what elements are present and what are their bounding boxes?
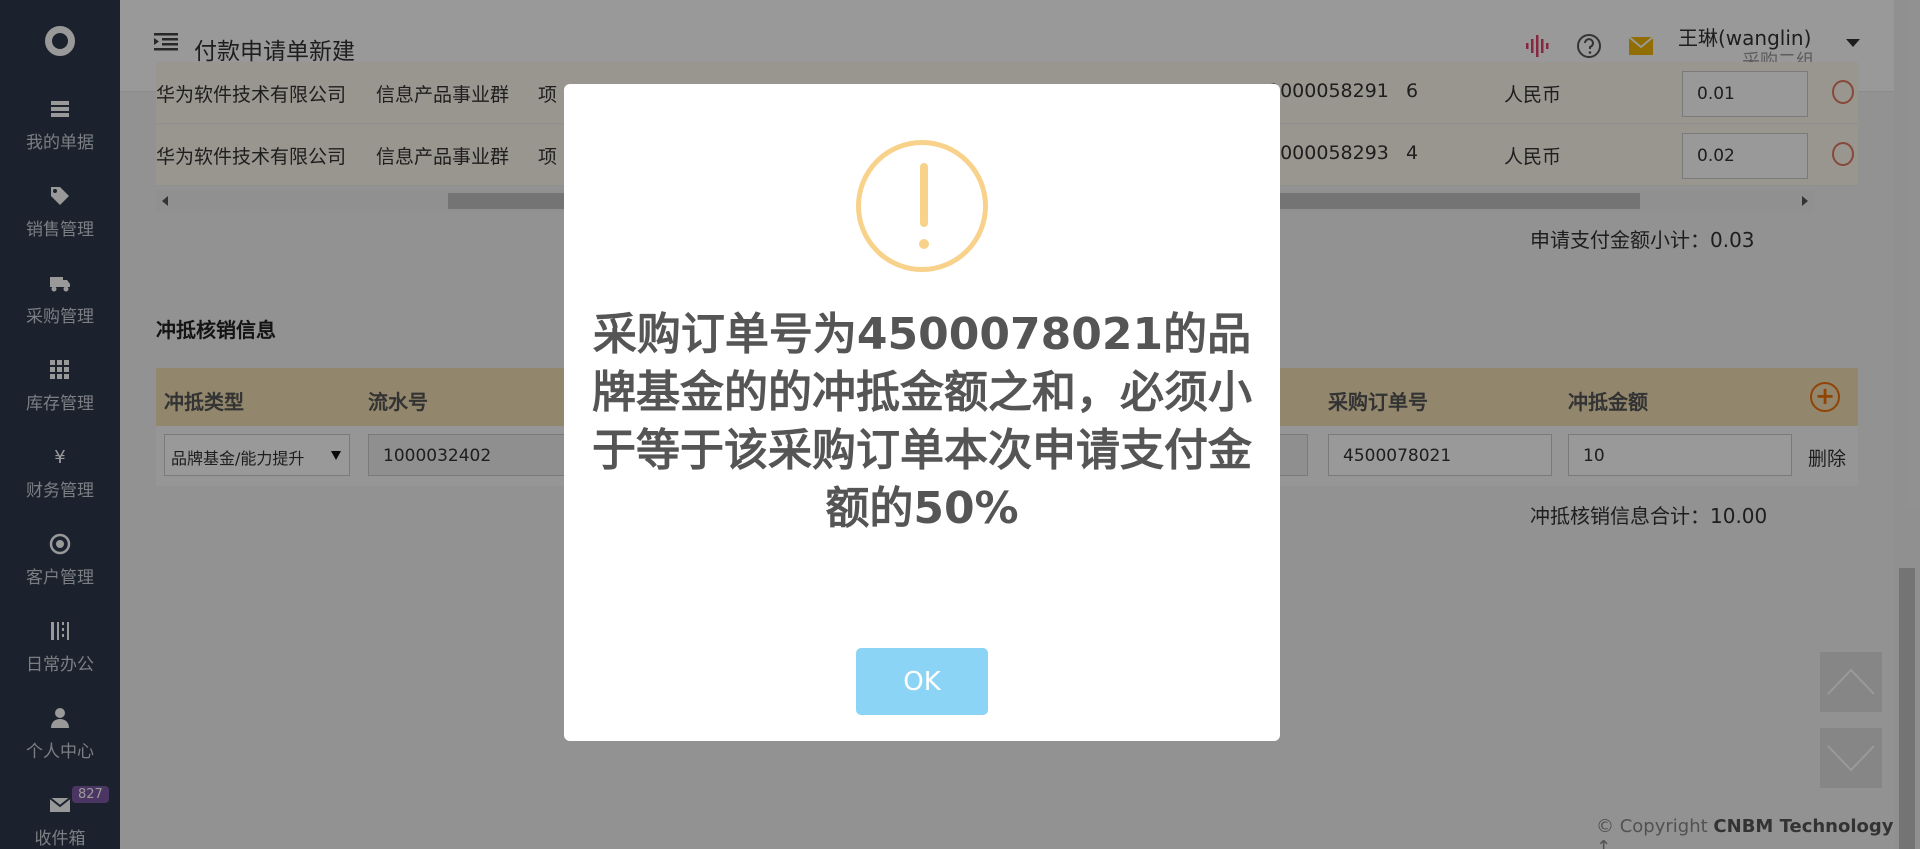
ok-button[interactable]: OK bbox=[856, 648, 988, 715]
modal-overlay: 采购订单号为4500078021的品牌基金的的冲抵金额之和，必须小于等于该采购订… bbox=[0, 0, 1920, 849]
warning-icon bbox=[856, 140, 988, 272]
alert-dialog: 采购订单号为4500078021的品牌基金的的冲抵金额之和，必须小于等于该采购订… bbox=[564, 84, 1280, 741]
dialog-message: 采购订单号为4500078021的品牌基金的的冲抵金额之和，必须小于等于该采购订… bbox=[592, 309, 1252, 534]
